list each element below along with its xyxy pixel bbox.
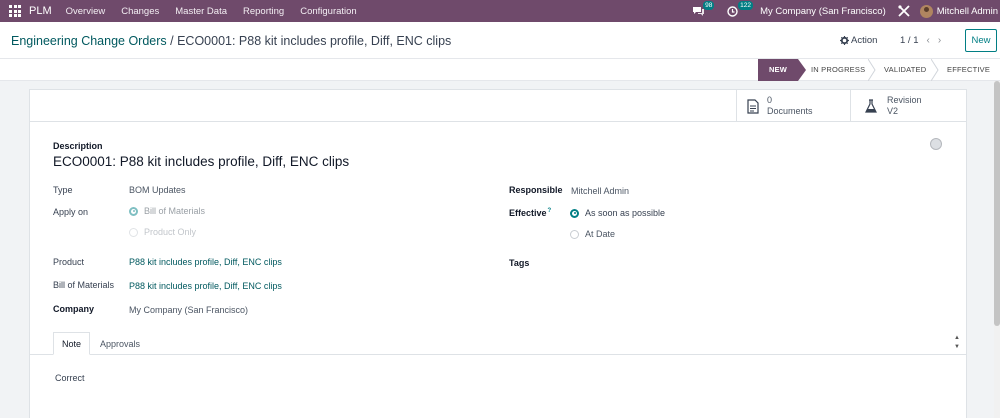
- page-scrollbar[interactable]: [994, 81, 1000, 418]
- control-panel: Engineering Change Orders / ECO0001: P88…: [0, 22, 1000, 59]
- chat-button[interactable]: 98: [692, 0, 715, 17]
- effective-label: Effective?: [509, 208, 552, 218]
- apply-on-label: Apply on: [53, 207, 89, 217]
- tab-note[interactable]: Note: [53, 332, 90, 355]
- breadcrumb-separator: /: [166, 34, 178, 48]
- eco-title[interactable]: ECO0001: P88 kit includes profile, Diff,…: [53, 154, 349, 169]
- stage-separator-icon: [931, 59, 939, 81]
- breadcrumb-parent[interactable]: Engineering Change Orders: [11, 34, 167, 48]
- apply-on-bom-radio: Bill of Materials: [129, 206, 205, 216]
- pager-next-icon[interactable]: ›: [938, 35, 941, 46]
- help-tooltip-icon[interactable]: ?: [548, 208, 552, 214]
- stage-separator-icon: [868, 59, 876, 81]
- scrollbar-thumb[interactable]: [994, 81, 1000, 326]
- effective-at-date-label: At Date: [585, 229, 616, 239]
- tab-approvals[interactable]: Approvals: [92, 332, 148, 355]
- document-icon: [747, 98, 759, 114]
- radio-checked-icon: [129, 206, 138, 216]
- type-value[interactable]: BOM Updates: [129, 185, 186, 195]
- menu-changes[interactable]: Changes: [121, 6, 159, 17]
- app-menu-icon[interactable]: [9, 5, 23, 17]
- apply-on-product-label: Product Only: [144, 227, 197, 237]
- pager-value[interactable]: 1 / 1: [900, 35, 919, 46]
- stage-in-progress[interactable]: In Progress: [811, 59, 869, 81]
- status-bar: New In Progress Validated Effective: [0, 59, 1000, 81]
- apply-on-bom-label: Bill of Materials: [144, 206, 206, 216]
- radio-unchecked-icon: [129, 227, 138, 237]
- breadcrumb-current: ECO0001: P88 kit includes profile, Diff,…: [177, 34, 452, 48]
- pager: 1 / 1 ‹ ›: [900, 35, 941, 46]
- notebook-divider: [30, 354, 966, 355]
- type-label: Type: [53, 185, 73, 195]
- new-button[interactable]: New: [965, 29, 997, 52]
- description-label: Description: [53, 141, 103, 151]
- form-sheet: 0 Documents Revision V2 Description ECO0…: [29, 89, 967, 418]
- menu-configuration[interactable]: Configuration: [300, 6, 357, 17]
- product-value[interactable]: P88 kit includes profile, Diff, ENC clip…: [129, 257, 282, 267]
- company-value[interactable]: My Company (San Francisco): [129, 305, 248, 315]
- effective-at-date-radio[interactable]: At Date: [570, 229, 615, 239]
- stage-validated[interactable]: Validated: [884, 59, 928, 81]
- menu-reporting[interactable]: Reporting: [243, 6, 284, 17]
- menu-overview[interactable]: Overview: [66, 6, 106, 17]
- chat-count-badge: 98: [703, 0, 715, 10]
- stage-arrow-icon: [798, 59, 806, 81]
- debug-tools-icon[interactable]: [898, 5, 910, 17]
- smart-button-row: 0 Documents Revision V2: [30, 90, 966, 122]
- editor-scroll-arrows-icon[interactable]: ▲ ▼: [954, 334, 960, 352]
- revision-value: V2: [887, 106, 899, 116]
- note-content[interactable]: Correct: [55, 373, 85, 383]
- documents-button[interactable]: 0 Documents: [736, 90, 850, 122]
- user-menu[interactable]: Mitchell Admin: [937, 6, 998, 17]
- company-label: Company: [53, 304, 95, 314]
- top-navbar: PLM Overview Changes Master Data Reporti…: [0, 0, 1000, 22]
- action-label: Action: [851, 35, 878, 46]
- revision-label: Revision: [887, 95, 922, 105]
- flask-icon: [865, 99, 877, 113]
- stage-new[interactable]: New: [758, 59, 798, 81]
- stage-effective[interactable]: Effective: [947, 59, 991, 81]
- documents-count: 0: [767, 95, 773, 105]
- avatar[interactable]: [919, 4, 933, 18]
- clock-icon: [727, 5, 738, 17]
- radio-unchecked-icon: [570, 229, 579, 239]
- effective-asap-radio[interactable]: As soon as possible: [570, 208, 665, 218]
- responsible-label: Responsible: [509, 185, 563, 195]
- bom-label: Bill of Materials: [53, 280, 115, 290]
- pager-previous-icon[interactable]: ‹: [927, 35, 930, 46]
- breadcrumb: Engineering Change Orders / ECO0001: P88…: [11, 34, 451, 48]
- bom-value[interactable]: P88 kit includes profile, Diff, ENC clip…: [129, 281, 282, 291]
- radio-checked-icon: [570, 208, 579, 218]
- effective-asap-label: As soon as possible: [585, 208, 666, 218]
- activity-count-badge: 122: [738, 0, 753, 10]
- kanban-state-icon[interactable]: [930, 138, 942, 150]
- documents-label: Documents: [767, 106, 813, 116]
- tags-label: Tags: [509, 258, 530, 268]
- responsible-value[interactable]: Mitchell Admin: [571, 186, 629, 196]
- apply-on-product-radio: Product Only: [129, 227, 196, 237]
- menu-master-data[interactable]: Master Data: [175, 6, 227, 17]
- action-button[interactable]: Action: [840, 35, 877, 46]
- gear-icon: [840, 36, 849, 45]
- company-switcher[interactable]: My Company (San Francisco): [760, 6, 886, 17]
- activity-button[interactable]: 122: [727, 0, 753, 17]
- app-brand[interactable]: PLM: [29, 5, 52, 17]
- revision-button[interactable]: Revision V2: [850, 90, 966, 122]
- product-label: Product: [53, 257, 85, 267]
